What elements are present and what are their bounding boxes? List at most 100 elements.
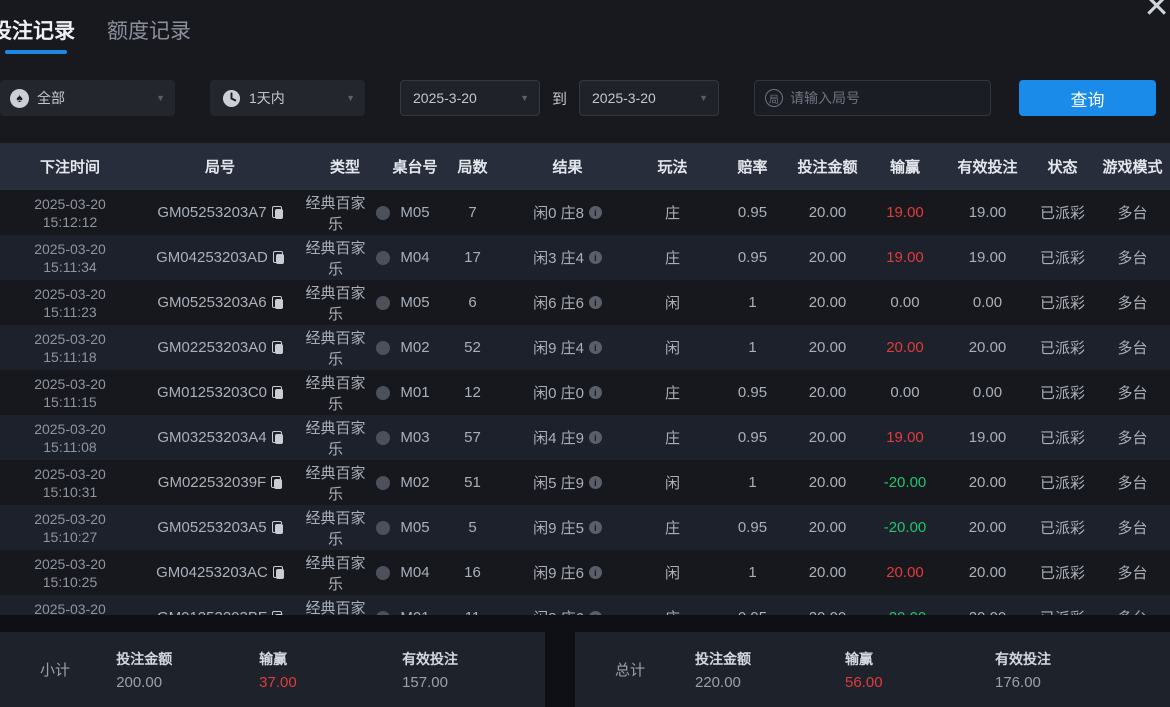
cell-result: 闲9 庄5 i	[505, 517, 630, 538]
spade-icon: ♠	[10, 89, 29, 108]
info-icon[interactable]: i	[589, 521, 602, 534]
copy-icon[interactable]	[272, 521, 283, 534]
cell-status: 已派彩	[1030, 427, 1095, 448]
cell-play: 庄	[630, 382, 715, 403]
time-range-select[interactable]: 1天内 ▼	[210, 80, 365, 116]
tab-quota-records[interactable]: 额度记录	[107, 9, 191, 45]
table-row: 2025-03-2015:11:34 GM04253203AD 经典百家乐 M0…	[0, 235, 1170, 280]
cell-bet-time: 2025-03-2015:11:18	[0, 330, 140, 366]
round-number-input[interactable]	[790, 90, 960, 106]
cell-win-loss: 19.00	[865, 429, 945, 446]
copy-icon[interactable]	[272, 206, 283, 219]
cell-game-mode: 多台	[1095, 202, 1170, 223]
table-row: 2025-03-2015:12:12 GM05253203A7 经典百家乐 M0…	[0, 190, 1170, 235]
cell-win-loss: 19.00	[865, 249, 945, 266]
chevron-down-icon: ▼	[346, 93, 355, 103]
col-bet-time: 下注时间	[0, 156, 140, 177]
cell-status: 已派彩	[1030, 382, 1095, 403]
status-dot-icon	[376, 386, 390, 400]
tab-betting-records[interactable]: 投注记录	[0, 9, 75, 45]
close-icon[interactable]: ✕	[1143, 0, 1170, 22]
cell-round-no: GM05253203A6	[140, 294, 300, 311]
date-from-select[interactable]: 2025-3-20 ▼	[400, 80, 540, 116]
cell-type: 经典百家乐	[300, 282, 390, 324]
table-header: 下注时间 局号 类型 桌台号 局数 结果 玩法 赔率 投注金额 输赢 有效投注 …	[0, 143, 1170, 190]
cell-result: 闲3 庄4 i	[505, 247, 630, 268]
status-dot-icon	[376, 251, 390, 265]
cell-play: 庄	[630, 517, 715, 538]
copy-icon[interactable]	[272, 341, 283, 354]
time-range-value: 1天内	[249, 88, 285, 108]
cell-odds: 1	[715, 294, 790, 311]
copy-icon[interactable]	[272, 296, 283, 309]
cell-bet-amount: 20.00	[790, 429, 865, 446]
info-icon[interactable]: i	[589, 431, 602, 444]
col-rounds: 局数	[440, 156, 505, 177]
cell-type: 经典百家乐	[300, 462, 390, 504]
cell-odds: 0.95	[715, 249, 790, 266]
copy-icon[interactable]	[272, 386, 283, 399]
chevron-down-icon: ▼	[699, 93, 708, 103]
cell-type: 经典百家乐	[300, 237, 390, 279]
total-winloss: 输赢 56.00	[845, 649, 995, 691]
cell-bet-time: 2025-03-2015:11:34	[0, 240, 140, 276]
cell-valid-bet: 19.00	[945, 204, 1030, 221]
info-icon[interactable]: i	[589, 296, 602, 309]
info-icon[interactable]: i	[589, 476, 602, 489]
cell-game-mode: 多台	[1095, 427, 1170, 448]
copy-icon[interactable]	[272, 431, 283, 444]
cell-round-no: GM05253203A5	[140, 519, 300, 536]
table-row: 2025-03-2015:10:27 GM05253203A5 经典百家乐 M0…	[0, 505, 1170, 550]
cell-round-no: GM03253203A4	[140, 429, 300, 446]
cell-play: 庄	[630, 202, 715, 223]
total-title: 总计	[615, 659, 695, 680]
col-valid-bet: 有效投注	[945, 156, 1030, 177]
cell-valid-bet: 20.00	[945, 339, 1030, 356]
col-round-no: 局号	[140, 156, 300, 177]
col-odds: 赔率	[715, 156, 790, 177]
cell-bet-amount: 20.00	[790, 249, 865, 266]
cell-type: 经典百家乐	[300, 327, 390, 369]
copy-icon[interactable]	[271, 476, 282, 489]
game-type-select[interactable]: ♠ 全部 ▼	[0, 80, 175, 116]
cell-type: 经典百家乐	[300, 507, 390, 549]
cell-rounds: 57	[440, 429, 505, 446]
cell-round-no: GM01253203C0	[140, 384, 300, 401]
col-play: 玩法	[630, 156, 715, 177]
cell-game-mode: 多台	[1095, 472, 1170, 493]
date-to-select[interactable]: 2025-3-20 ▼	[579, 80, 719, 116]
info-icon[interactable]: i	[589, 251, 602, 264]
subtotal-valid: 有效投注 157.00	[402, 649, 545, 691]
info-icon[interactable]: i	[589, 386, 602, 399]
status-dot-icon	[376, 476, 390, 490]
info-icon[interactable]: i	[589, 566, 602, 579]
date-from-value: 2025-3-20	[413, 90, 477, 106]
cell-odds: 1	[715, 564, 790, 581]
table-row: 2025-03-2015:11:23 GM05253203A6 经典百家乐 M0…	[0, 280, 1170, 325]
cell-play: 闲	[630, 292, 715, 313]
cell-win-loss: 20.00	[865, 339, 945, 356]
cell-round-no: GM02253203A0	[140, 339, 300, 356]
cell-result: 闲6 庄6 i	[505, 292, 630, 313]
cell-play: 闲	[630, 562, 715, 583]
cell-rounds: 12	[440, 384, 505, 401]
copy-icon[interactable]	[273, 566, 284, 579]
copy-icon[interactable]	[273, 251, 284, 264]
round-number-search: 局	[754, 80, 991, 116]
cell-result: 闲0 庄8 i	[505, 202, 630, 223]
cell-game-mode: 多台	[1095, 247, 1170, 268]
cell-result: 闲4 庄9 i	[505, 427, 630, 448]
cell-status: 已派彩	[1030, 562, 1095, 583]
date-to-value: 2025-3-20	[592, 90, 656, 106]
game-type-value: 全部	[37, 88, 65, 108]
query-button[interactable]: 查询	[1019, 80, 1156, 116]
cell-play: 庄	[630, 427, 715, 448]
subtotal-title: 小计	[40, 659, 116, 680]
info-icon[interactable]: i	[589, 341, 602, 354]
cell-win-loss: 19.00	[865, 204, 945, 221]
cell-odds: 0.95	[715, 519, 790, 536]
table-row: 2025-03-2015:11:18 GM02253203A0 经典百家乐 M0…	[0, 325, 1170, 370]
info-icon[interactable]: i	[589, 206, 602, 219]
summary-footer: 小计 投注金额 200.00 输赢 37.00 有效投注 157.00 总计 投…	[0, 615, 1170, 707]
status-dot-icon	[376, 206, 390, 220]
